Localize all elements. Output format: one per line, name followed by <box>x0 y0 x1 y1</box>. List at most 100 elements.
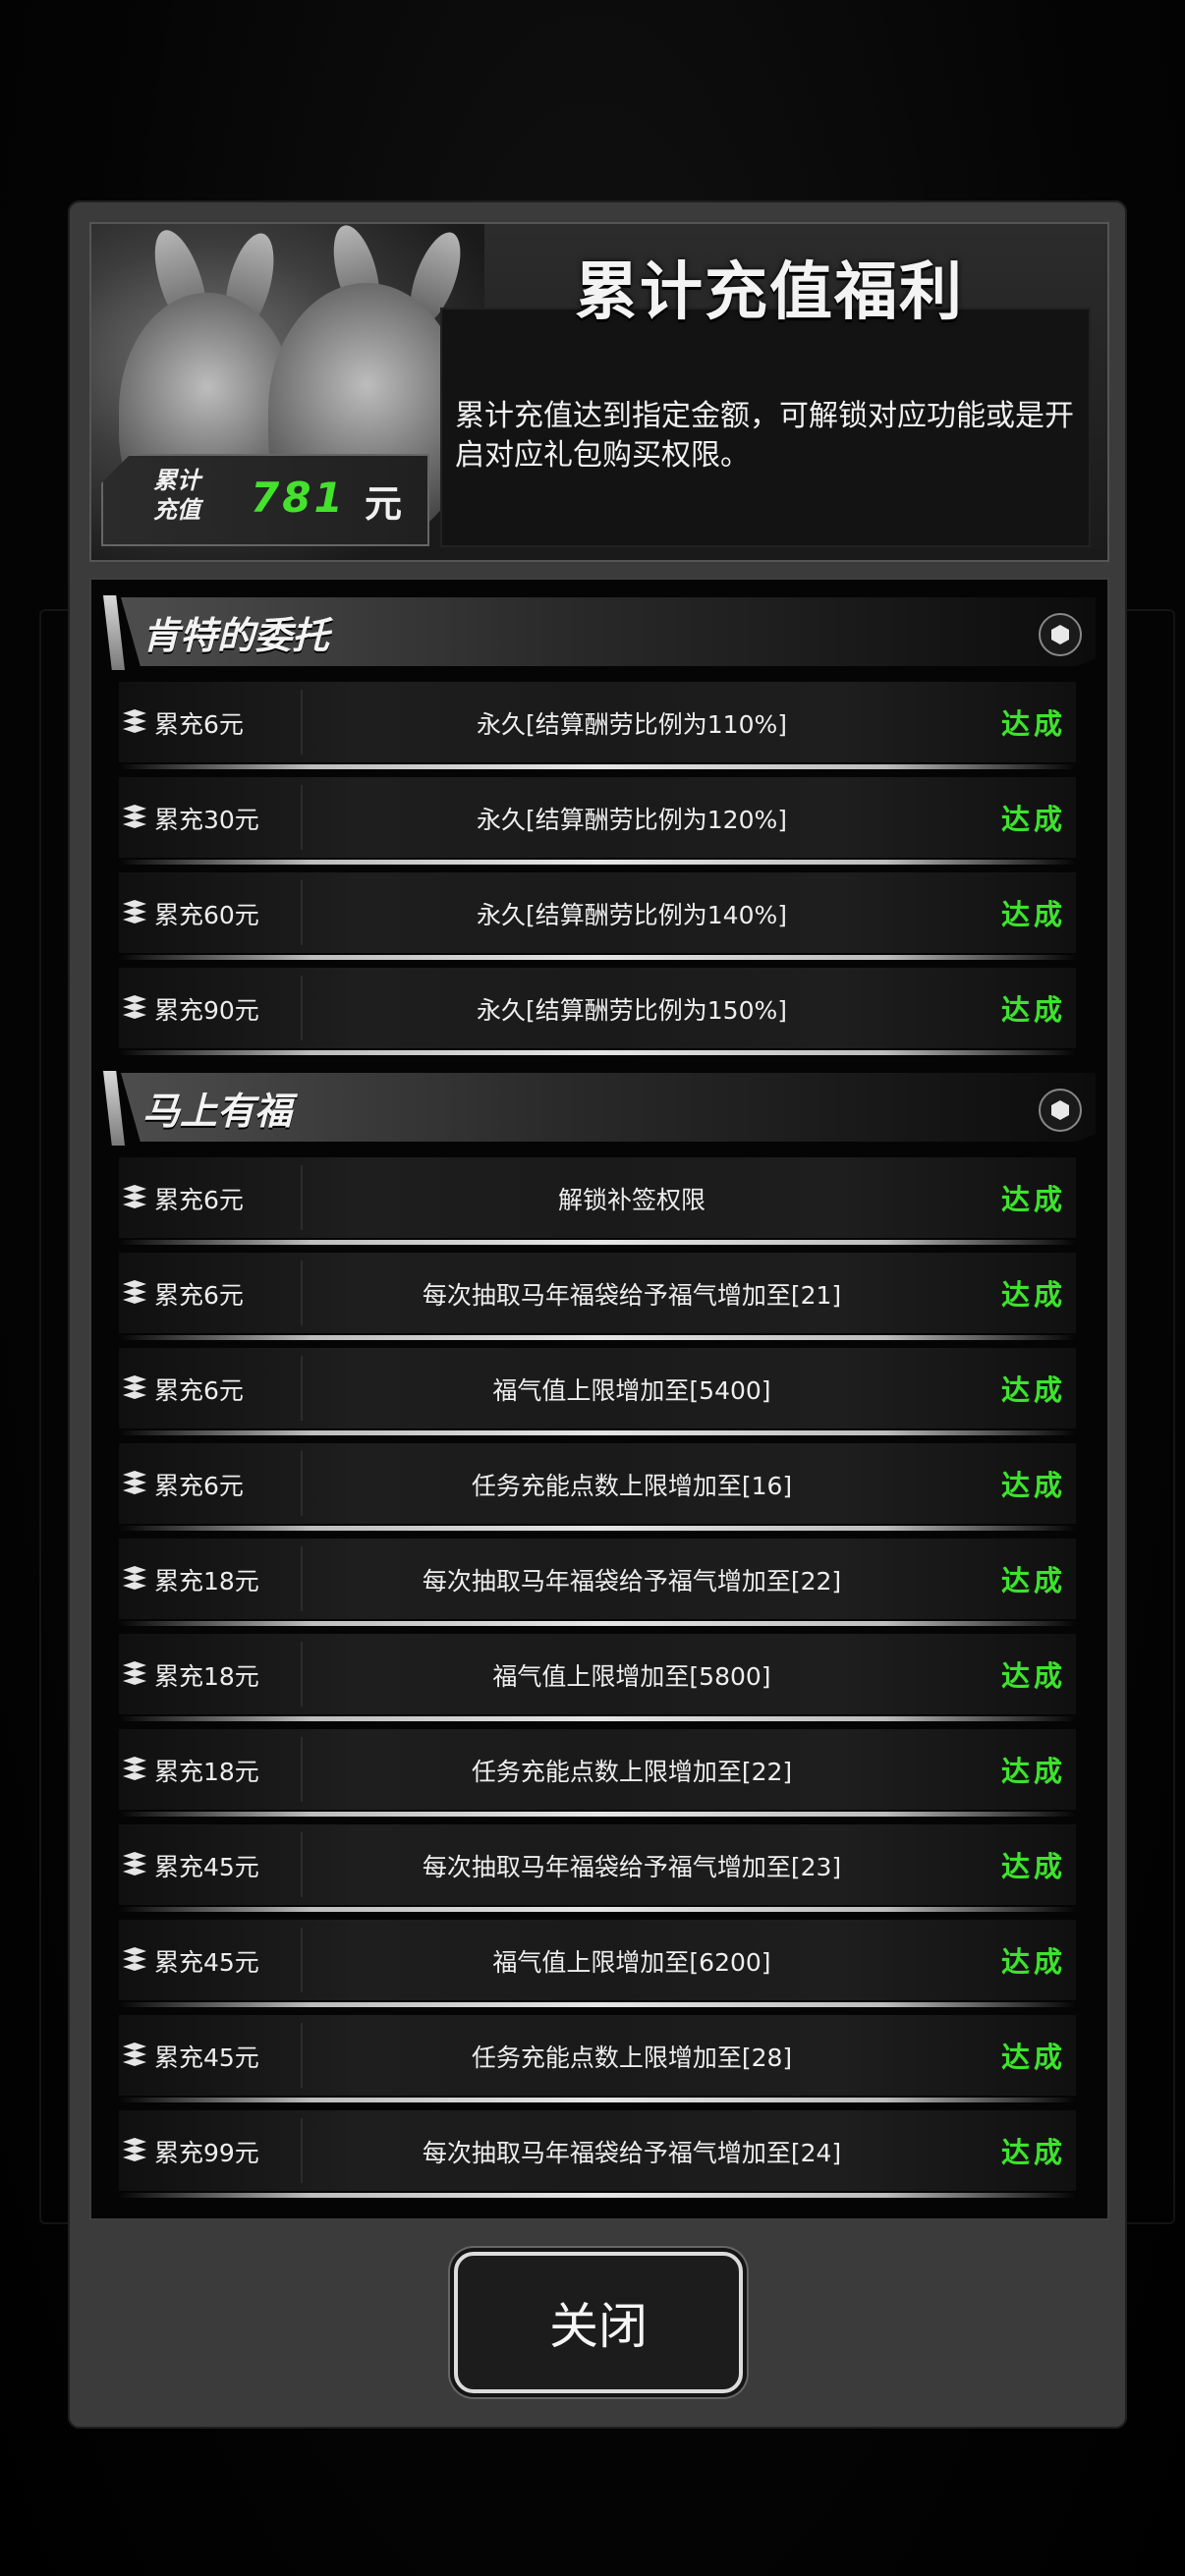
recharge-rewards-dialog: 累计充值福利 累计充值达到指定金额，可解锁对应功能或是开启对应礼包购买权限。 累… <box>68 200 1127 2429</box>
recharge-amount: 累充60元 <box>154 901 259 929</box>
reward-row: 累充6元 每次抽取马年福袋给予福气增加至[21] 达成 <box>119 1253 1076 1340</box>
reward-description: 每次抽取马年福袋给予福气增加至[24] <box>422 2139 842 2167</box>
reward-row: 累充99元 每次抽取马年福袋给予福气增加至[24] 达成 <box>119 2110 1076 2198</box>
reward-description: 任务充能点数上限增加至[28] <box>471 2044 793 2072</box>
reward-description: 解锁补签权限 <box>557 1186 705 1214</box>
close-button[interactable]: 关闭 <box>454 2252 743 2393</box>
recharge-amount: 累充99元 <box>154 2139 259 2167</box>
status-achieved: 达成 <box>1000 2136 1066 2169</box>
row-divider <box>301 1260 303 1325</box>
row-underline <box>119 1812 1076 1817</box>
reward-row: 累充30元 永久[结算酬劳比例为120%] 达成 <box>119 777 1076 865</box>
reward-row: 累充60元 永久[结算酬劳比例为140%] 达成 <box>119 872 1076 960</box>
row-divider <box>301 1451 303 1516</box>
layers-icon <box>121 995 148 1021</box>
row-divider <box>301 690 303 755</box>
layers-icon <box>121 1566 148 1592</box>
reward-row: 累充18元 每次抽取马年福袋给予福气增加至[22] 达成 <box>119 1539 1076 1626</box>
layers-icon <box>121 1757 148 1782</box>
status-achieved: 达成 <box>1000 1850 1066 1883</box>
reward-row: 累充45元 任务充能点数上限增加至[28] 达成 <box>119 2015 1076 2102</box>
hexagon-icon <box>1039 613 1082 656</box>
row-divider <box>301 1546 303 1611</box>
layers-icon <box>121 709 148 735</box>
recharge-amount: 累充6元 <box>154 1281 244 1310</box>
status-achieved: 达成 <box>1000 1945 1066 1979</box>
recharge-amount: 累充6元 <box>154 710 244 739</box>
layers-icon <box>121 805 148 830</box>
layers-icon <box>121 2043 148 2068</box>
total-recharge-unit: 元 <box>365 482 403 526</box>
status-achieved: 达成 <box>1000 898 1066 931</box>
reward-description: 每次抽取马年福袋给予福气增加至[23] <box>422 1853 842 1881</box>
dialog-description: 累计充值达到指定金额，可解锁对应功能或是开启对应礼包购买权限。 <box>455 399 1074 473</box>
reward-description: 永久[结算酬劳比例为140%] <box>477 901 787 929</box>
row-divider <box>301 2118 303 2183</box>
reward-description: 福气值上限增加至[5400] <box>492 1376 771 1405</box>
status-achieved: 达成 <box>1000 1183 1066 1216</box>
status-achieved: 达成 <box>1000 993 1066 1027</box>
recharge-amount: 累充30元 <box>154 806 259 834</box>
row-divider <box>301 1165 303 1230</box>
reward-description: 永久[结算酬劳比例为110%] <box>477 710 787 739</box>
status-achieved: 达成 <box>1000 1564 1066 1597</box>
row-underline <box>119 2002 1076 2007</box>
row-underline <box>119 1526 1076 1531</box>
reward-row: 累充6元 解锁补签权限 达成 <box>119 1157 1076 1245</box>
row-underline <box>119 2193 1076 2198</box>
reward-description: 任务充能点数上限增加至[16] <box>471 1472 793 1500</box>
recharge-amount: 累充18元 <box>154 1758 259 1786</box>
section-title: 马上有福 <box>142 1090 293 1133</box>
reward-description: 每次抽取马年福袋给予福气增加至[22] <box>422 1567 842 1596</box>
row-underline <box>119 1716 1076 1721</box>
layers-icon <box>121 1185 148 1210</box>
reward-row: 累充45元 福气值上限增加至[6200] 达成 <box>119 1920 1076 2007</box>
recharge-amount: 累充45元 <box>154 2044 259 2072</box>
total-recharge-value: 781 <box>251 474 346 522</box>
row-divider <box>301 785 303 850</box>
section-header: 肯特的委托 <box>103 591 1096 674</box>
recharge-amount: 累充90元 <box>154 996 259 1025</box>
layers-icon <box>121 2138 148 2163</box>
row-underline <box>119 1621 1076 1626</box>
recharge-amount: 累充6元 <box>154 1472 244 1500</box>
row-divider <box>301 1737 303 1802</box>
dialog-title: 累计充值福利 <box>575 256 964 329</box>
row-underline <box>119 1430 1076 1435</box>
status-achieved: 达成 <box>1000 707 1066 741</box>
status-achieved: 达成 <box>1000 1755 1066 1788</box>
layers-icon <box>121 1375 148 1401</box>
layers-icon <box>121 900 148 925</box>
recharge-amount: 累充45元 <box>154 1853 259 1881</box>
status-achieved: 达成 <box>1000 803 1066 836</box>
row-underline <box>119 1907 1076 1912</box>
reward-list[interactable]: 肯特的委托 累充6元 永久[结算酬劳比例为110%] 达成 累充30元 永久[结算酬劳比例… <box>89 578 1109 2220</box>
row-divider <box>301 880 303 945</box>
section-title: 肯特的委托 <box>142 614 330 657</box>
recharge-amount: 累充18元 <box>154 1567 259 1596</box>
row-divider <box>301 1832 303 1897</box>
reward-description: 福气值上限增加至[6200] <box>492 1948 771 1977</box>
row-divider <box>301 1928 303 1992</box>
row-underline <box>119 860 1076 865</box>
dialog-header: 累计充值福利 累计充值达到指定金额，可解锁对应功能或是开启对应礼包购买权限。 累… <box>89 222 1109 562</box>
reward-row: 累充90元 永久[结算酬劳比例为150%] 达成 <box>119 968 1076 1055</box>
status-achieved: 达成 <box>1000 1373 1066 1407</box>
reward-row: 累充18元 任务充能点数上限增加至[22] 达成 <box>119 1729 1076 1817</box>
background-panel-right <box>1122 609 1175 2224</box>
row-divider <box>301 1642 303 1707</box>
status-achieved: 达成 <box>1000 1469 1066 1502</box>
row-underline <box>119 1050 1076 1055</box>
section-slash-decoration <box>103 1071 125 1146</box>
reward-row: 累充18元 福气值上限增加至[5800] 达成 <box>119 1634 1076 1721</box>
reward-row: 累充6元 任务充能点数上限增加至[16] 达成 <box>119 1443 1076 1531</box>
recharge-amount: 累充45元 <box>154 1948 259 1977</box>
row-underline <box>119 2098 1076 2102</box>
layers-icon <box>121 1661 148 1687</box>
section-slash-decoration <box>103 595 125 670</box>
reward-description: 永久[结算酬劳比例为120%] <box>477 806 787 834</box>
row-underline <box>119 1240 1076 1245</box>
recharge-amount: 累充6元 <box>154 1376 244 1405</box>
row-divider <box>301 976 303 1040</box>
section-header: 马上有福 <box>103 1067 1096 1149</box>
